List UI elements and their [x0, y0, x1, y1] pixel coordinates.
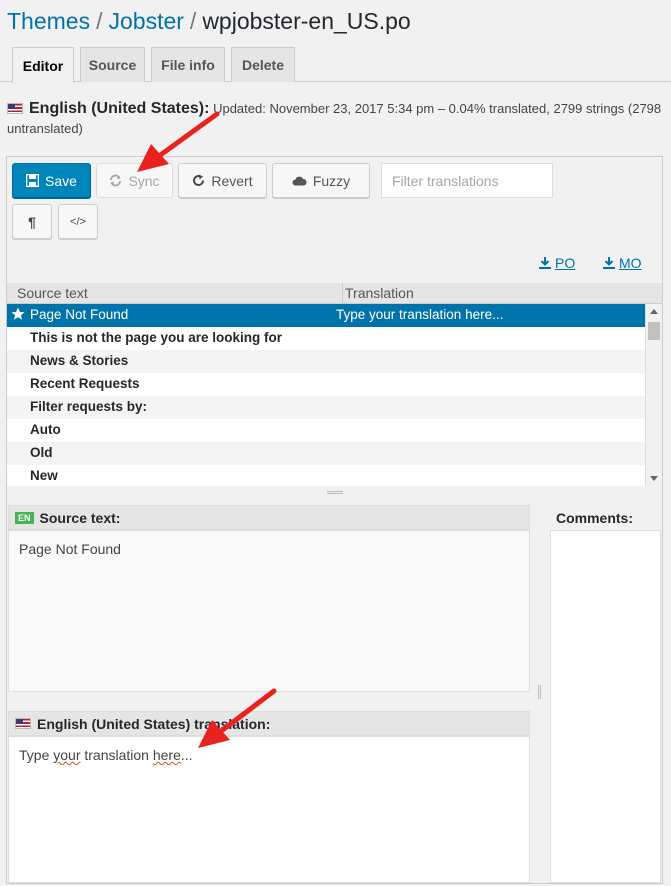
sync-button-label: Sync — [128, 172, 160, 189]
page-title: wpjobster-en_US.po — [202, 8, 411, 34]
breadcrumb: Themes / Jobster / wpjobster-en_US.po — [7, 6, 411, 36]
download-po-label: PO — [555, 255, 576, 271]
string-list: Page Not Found Type your translation her… — [7, 304, 662, 486]
tab-source[interactable]: Source — [80, 47, 145, 82]
language-name: English (United States): — [29, 100, 210, 117]
pilcrow-icon: ¶ — [28, 213, 36, 230]
translation-text: Type your translation here... — [19, 747, 193, 763]
sync-button[interactable]: Sync — [96, 163, 173, 198]
row-source-text: New — [30, 468, 58, 483]
breadcrumb-jobster-link[interactable]: Jobster — [108, 8, 183, 34]
save-button[interactable]: Save — [12, 163, 91, 198]
breadcrumb-separator: / — [189, 8, 197, 34]
download-icon — [539, 257, 551, 269]
source-text-value: Page Not Found — [19, 541, 121, 557]
scroll-down-arrow-icon[interactable] — [650, 476, 658, 481]
list-scrollbar[interactable] — [645, 304, 662, 486]
row-source-text: This is not the page you are looking for — [30, 330, 283, 345]
revert-icon — [193, 174, 205, 186]
column-header-source[interactable]: Source text — [17, 285, 88, 301]
cloud-icon — [292, 176, 307, 186]
revert-button[interactable]: Revert — [178, 163, 267, 198]
download-po-link[interactable]: PO — [539, 255, 575, 271]
comments-panel-title: Comments: — [556, 509, 634, 526]
tab-editor[interactable]: Editor — [12, 47, 74, 83]
translation-textarea[interactable]: Type your translation here... — [8, 736, 530, 883]
show-invisibles-button[interactable]: ¶ — [12, 204, 52, 239]
list-row[interactable]: New — [7, 465, 645, 486]
file-status: English (United States): Updated: Novemb… — [7, 99, 667, 139]
source-panel-title: Source text: — [39, 509, 121, 526]
breadcrumb-themes-link[interactable]: Themes — [7, 8, 90, 34]
row-source-text: Recent Requests — [30, 376, 140, 391]
comments-box[interactable] — [550, 530, 661, 883]
us-flag-icon — [7, 103, 23, 114]
po-editor: Save Sync Revert Fuzzy ¶ </> PO MO — [6, 156, 663, 884]
tab-bar: Editor Source File info Delete — [0, 47, 671, 83]
save-button-label: Save — [45, 172, 77, 189]
column-divider[interactable] — [342, 283, 343, 304]
row-source-text: Old — [30, 445, 53, 460]
list-row[interactable]: This is not the page you are looking for — [7, 327, 645, 350]
list-header: Source text Translation — [7, 283, 662, 304]
row-source-text: News & Stories — [30, 353, 129, 368]
star-icon — [11, 307, 25, 320]
download-mo-link[interactable]: MO — [603, 255, 642, 271]
list-row[interactable]: Page Not Found Type your translation her… — [7, 304, 645, 327]
fuzzy-button-label: Fuzzy — [312, 172, 351, 189]
list-row[interactable]: Filter requests by: — [7, 396, 645, 419]
download-mo-label: MO — [619, 255, 642, 271]
tab-file-info[interactable]: File info — [151, 47, 225, 82]
sync-icon — [110, 174, 122, 187]
row-source-text: Filter requests by: — [30, 399, 148, 414]
list-row[interactable]: News & Stories — [7, 350, 645, 373]
row-source-text: Auto — [30, 422, 61, 437]
row-source-text: Page Not Found — [30, 307, 129, 322]
en-badge: EN — [15, 511, 34, 524]
breadcrumb-separator: / — [96, 8, 103, 34]
horizontal-splitter[interactable] — [7, 486, 662, 502]
editor-toolbar: Save Sync Revert Fuzzy ¶ </> — [7, 157, 662, 255]
floppy-disk-icon — [26, 174, 40, 187]
scroll-up-arrow-icon[interactable] — [650, 309, 658, 314]
fuzzy-button[interactable]: Fuzzy — [272, 163, 370, 198]
revert-button-label: Revert — [211, 172, 253, 189]
splitter-grip-icon[interactable] — [327, 491, 343, 494]
source-text-box: Page Not Found — [8, 530, 530, 692]
filter-translations-input[interactable] — [381, 163, 553, 198]
comments-panel-header: Comments: — [550, 505, 662, 530]
tab-delete[interactable]: Delete — [231, 47, 295, 82]
vertical-splitter-grip-icon[interactable] — [538, 685, 541, 699]
list-row[interactable]: Old — [7, 442, 645, 465]
list-row[interactable]: Auto — [7, 419, 645, 442]
column-header-translation[interactable]: Translation — [345, 285, 414, 301]
row-translation-text: Type your translation here... — [336, 307, 504, 322]
translation-panel-title: English (United States) translation: — [37, 715, 271, 732]
source-panel-header: EN Source text: — [8, 505, 530, 530]
download-icon — [603, 257, 615, 269]
scroll-thumb[interactable] — [648, 322, 660, 340]
download-links: PO MO — [7, 255, 662, 283]
translation-panel-header: English (United States) translation: — [8, 711, 530, 736]
code-icon: </> — [70, 215, 86, 228]
us-flag-icon — [15, 718, 31, 729]
list-row[interactable]: Recent Requests — [7, 373, 645, 396]
code-view-button[interactable]: </> — [58, 204, 98, 239]
